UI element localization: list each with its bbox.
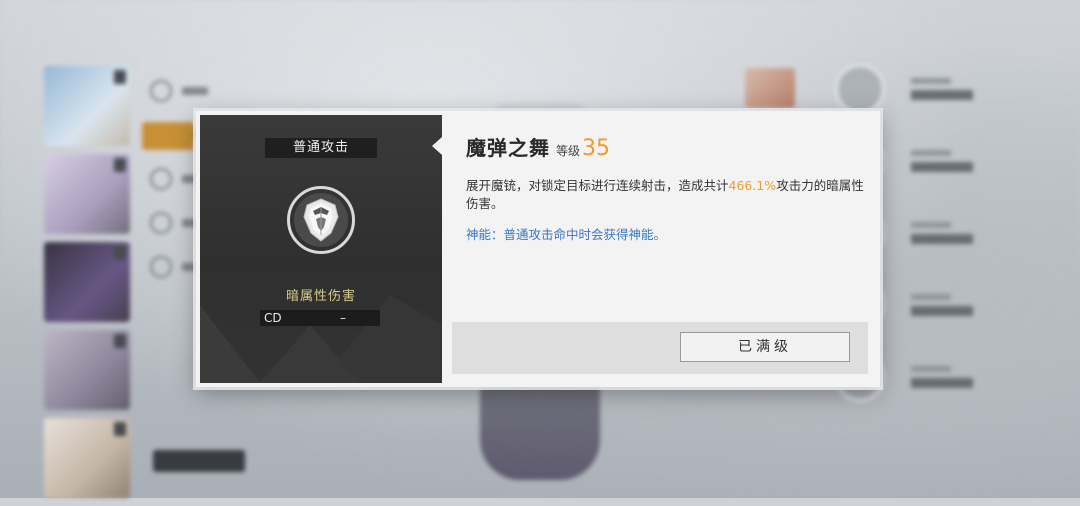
background-skill-item (835, 62, 973, 116)
character-portrait-list (44, 66, 130, 506)
cooldown-value: – (340, 311, 346, 325)
damage-type-label: 暗属性伤害 (285, 289, 356, 304)
skill-description-panel: 魔弹之舞 等级 35 展开魔铳，对锁定目标进行连续射击，造成共计466.1%攻击… (442, 115, 876, 383)
skill-ring-icon (835, 64, 885, 114)
max-level-button[interactable]: 已满级 (680, 332, 850, 362)
portrait-badge (114, 246, 126, 260)
cooldown-label: CD (264, 311, 282, 325)
character-portrait (44, 242, 130, 322)
background-selected-tab (142, 122, 194, 150)
menu-dot-icon (150, 212, 172, 234)
portrait-badge (114, 422, 126, 436)
menu-dot-icon (150, 80, 172, 102)
character-portrait (44, 330, 130, 410)
deco-shape (200, 305, 260, 383)
portrait-badge (114, 158, 126, 172)
character-portrait (44, 418, 130, 498)
shield-emblem-svg (303, 198, 339, 242)
character-portrait (44, 66, 130, 146)
panel-pointer-arrow (432, 137, 442, 155)
menu-dot-icon (150, 256, 172, 278)
skill-name: 魔弹之舞 (466, 136, 550, 160)
background-button (153, 450, 245, 472)
skill-footer: 已满级 (452, 322, 868, 374)
menu-bar (182, 87, 208, 95)
skill-title-row: 魔弹之舞 等级 35 (466, 132, 610, 161)
skill-description: 展开魔铳，对锁定目标进行连续射击，造成共计466.1%攻击力的暗属性伤害。 (466, 177, 866, 213)
dark-shield-emblem-icon (294, 193, 348, 247)
description-prefix: 展开魔铳，对锁定目标进行连续射击，造成共计 (466, 178, 729, 193)
skill-category-label: 普通攻击 (265, 138, 377, 158)
menu-dot-icon (150, 168, 172, 190)
portrait-badge (114, 334, 126, 348)
skill-level-label: 等级 (556, 144, 581, 158)
skill-level-value: 35 (582, 136, 611, 161)
skill-extra-note: 神能：普通攻击命中时会获得神能。 (466, 227, 667, 242)
skill-icon-frame (287, 186, 355, 254)
skill-detail-modal: 普通攻击 暗属性伤害 CD – 魔弹之舞 等级 35 展开魔铳，对锁定目标进行连… (196, 111, 880, 387)
cooldown-row: CD – (260, 310, 380, 326)
character-portrait (44, 154, 130, 234)
skill-icon-panel: 普通攻击 暗属性伤害 CD – (200, 115, 442, 383)
portrait-badge (114, 70, 126, 84)
description-highlight: 466.1% (728, 178, 777, 193)
background-menu-item (150, 78, 208, 104)
background-emblem (745, 68, 795, 108)
